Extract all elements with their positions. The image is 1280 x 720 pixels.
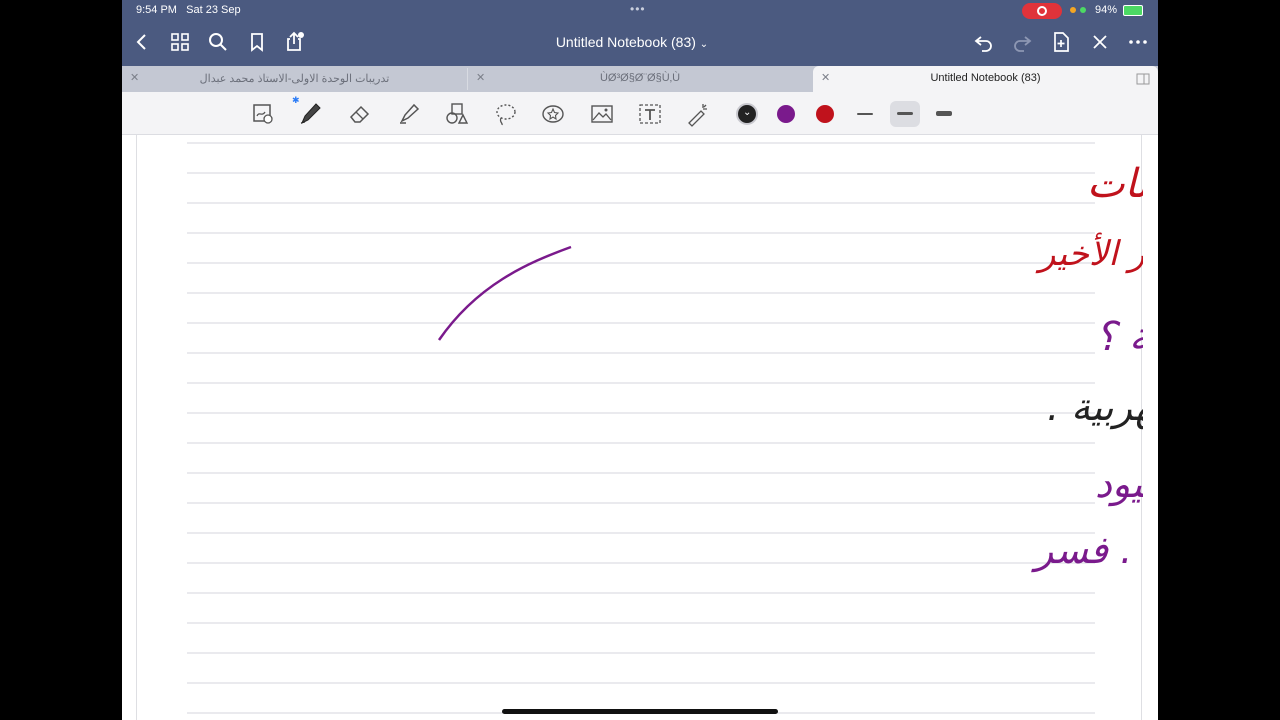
pen-icon[interactable] — [297, 101, 323, 127]
color-swatch-purple[interactable] — [777, 105, 795, 123]
lasso-icon[interactable] — [493, 101, 519, 127]
highlighter-icon[interactable] — [396, 101, 422, 127]
tab-untitled-notebook[interactable]: ✕ Untitled Notebook (83) — [813, 66, 1158, 92]
chevron-down-icon: ⌄ — [743, 107, 752, 118]
sticker-icon[interactable] — [540, 101, 566, 127]
undo-icon[interactable] — [972, 30, 996, 54]
note-line-4: لأنه الأعلى سالبية كهربية . — [1047, 383, 1143, 430]
redo-icon[interactable] — [1010, 30, 1034, 54]
note-line-3: الفلور لا يمتلك حالات تأكسد موجبة ؟ — [1095, 308, 1143, 360]
screen-recording-indicator[interactable] — [1022, 3, 1062, 19]
close-pen-mode-icon[interactable] — [1088, 30, 1112, 54]
color-swatch-red[interactable] — [816, 105, 834, 123]
eraser-icon[interactable] — [347, 101, 373, 127]
mic-indicator — [1070, 7, 1076, 13]
battery-icon — [1123, 5, 1143, 16]
bluetooth-icon: ✱ — [292, 95, 300, 105]
home-indicator[interactable] — [502, 709, 778, 714]
battery-percent: 94% — [1095, 4, 1118, 16]
tab-workbook[interactable]: ✕ تدريبات الوحدة الاولى-الاستاذ محمد عبد… — [122, 66, 467, 92]
split-view-icon[interactable] — [1136, 72, 1150, 86]
more-options-icon[interactable] — [1126, 30, 1150, 54]
stroke-medium[interactable] — [897, 112, 913, 115]
notebook-title[interactable]: Untitled Notebook (83) ⌄ — [522, 34, 742, 50]
drawing-toolbar: ✱ ⌄ — [122, 92, 1158, 135]
ink-stroke-purple — [437, 245, 572, 341]
text-tool-icon[interactable] — [637, 101, 663, 127]
ipad-screen: 9:54 PM Sat 23 Sep ••• 94% Untitled Note… — [122, 0, 1158, 720]
chevron-down-icon: ⌄ — [699, 39, 709, 50]
image-icon[interactable] — [589, 101, 615, 127]
document-tabs: ✕ تدريبات الوحدة الاولى-الاستاذ محمد عبد… — [122, 66, 1158, 92]
note-line-5: الصفة اللافلزية تقل من الفلور إلى اليود — [1095, 462, 1143, 507]
share-icon[interactable] — [282, 30, 306, 54]
camera-indicator — [1080, 7, 1086, 13]
bookmark-icon[interactable] — [245, 30, 269, 54]
status-time: 9:54 PM Sat 23 Sep — [136, 4, 241, 16]
stroke-thin[interactable] — [857, 113, 873, 115]
back-icon[interactable] — [130, 30, 154, 54]
search-icon[interactable] — [206, 30, 230, 54]
multitask-dots[interactable]: ••• — [630, 2, 646, 16]
stroke-thick[interactable] — [936, 111, 952, 116]
laser-pointer-icon[interactable] — [685, 101, 711, 127]
shapes-icon[interactable] — [444, 101, 470, 127]
note-line-1: ارتفاع السالبية الكهربية ووجود (7) الكتر… — [1087, 161, 1143, 207]
thumbnails-grid-icon[interactable] — [168, 30, 192, 54]
zoom-window-icon[interactable] — [250, 101, 276, 127]
note-line-2: في المدار الأخير — [1035, 232, 1143, 274]
tab-document[interactable]: ✕ ÙØ³Ø§Ø¨Ø§Ù‚Ù — [468, 66, 812, 92]
note-line-6: وكذلك النشاط الكيميائي . فسر — [1031, 528, 1143, 573]
add-page-icon[interactable] — [1049, 30, 1073, 54]
top-bar: 9:54 PM Sat 23 Sep ••• 94% Untitled Note… — [122, 0, 1158, 66]
notebook-page[interactable]: ارتفاع السالبية الكهربية ووجود (7) الكتر… — [136, 135, 1143, 720]
